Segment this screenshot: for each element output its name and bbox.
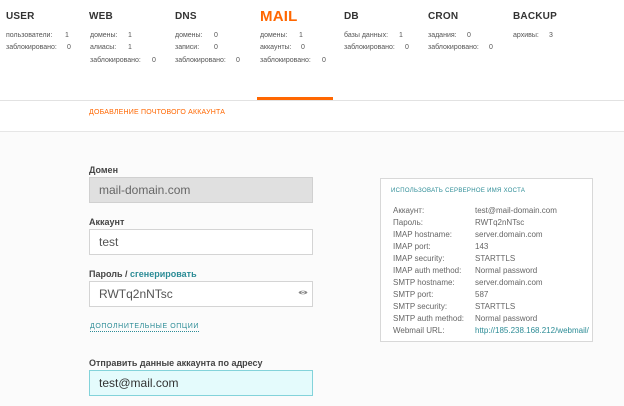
nav-stat-label: домены: [260, 32, 288, 39]
nav-stat-value: 0 [301, 44, 305, 51]
domain-field: mail-domain.com [89, 177, 313, 203]
page-title: ДОБАВЛЕНИЕ ПОЧТОВОГО АККАУНТА [89, 109, 226, 116]
info-key: Аккаунт: [393, 206, 425, 215]
nav-stat-label: базы данных: [344, 32, 389, 39]
generate-password-link[interactable]: сгенерировать [130, 269, 197, 279]
top-navigation: USER пользователи: 1 заблокировано: 0 WE… [0, 0, 624, 101]
send-credentials-label: Отправить данные аккаунта по адресу [89, 358, 263, 368]
eye-icon[interactable] [298, 289, 308, 296]
webmail-url-link[interactable]: http://185.238.168.212/webmail/ [475, 326, 589, 335]
send-credentials-field[interactable]: test@mail.com [89, 370, 313, 396]
nav-stat-label: домены: [90, 32, 118, 39]
nav-backup[interactable]: BACKUP архивы: 3 [512, 0, 602, 100]
nav-stat-label: заблокировано: [260, 57, 311, 64]
nav-stat-value: 1 [299, 32, 303, 39]
nav-stat-value: 0 [67, 44, 71, 51]
nav-stat-label: пользователи: [6, 32, 53, 39]
account-label: Аккаунт [89, 217, 125, 227]
info-key: IMAP port: [393, 242, 431, 251]
nav-stat-label: записи: [175, 44, 200, 51]
nav-title-mail[interactable]: MAIL [260, 8, 297, 25]
nav-db[interactable]: DB базы данных: 1 заблокировано: 0 [342, 0, 422, 100]
info-value: RWTq2nNTsc [475, 218, 525, 227]
nav-stat-label: задания: [428, 32, 457, 39]
account-field[interactable]: test [89, 229, 313, 255]
nav-stat-value: 1 [65, 32, 69, 39]
nav-title-cron[interactable]: CRON [428, 11, 458, 22]
info-key: Пароль: [393, 218, 423, 227]
nav-stat-value: 0 [322, 57, 326, 64]
info-value: 587 [475, 290, 489, 299]
info-key: SMTP auth method: [393, 314, 464, 323]
advanced-options-link[interactable]: ДОПОЛНИТЕЛЬНЫЕ ОПЦИИ [90, 323, 199, 332]
nav-stat-value: 0 [467, 32, 471, 39]
nav-stat-value: 1 [128, 32, 132, 39]
nav-stat-value: 1 [128, 44, 132, 51]
nav-cron[interactable]: CRON задания: 0 заблокировано: 0 [427, 0, 507, 100]
info-key: IMAP auth method: [393, 266, 462, 275]
info-value: test@mail-domain.com [475, 206, 557, 215]
nav-title-backup[interactable]: BACKUP [513, 11, 557, 22]
nav-stat-value: 3 [549, 32, 553, 39]
nav-stat-value: 0 [405, 44, 409, 51]
info-value: server.domain.com [475, 230, 543, 239]
nav-stat-label: заблокировано: [428, 44, 479, 51]
page-header [0, 101, 624, 132]
password-separator: / [122, 269, 131, 279]
info-key: SMTP hostname: [393, 278, 455, 287]
nav-stat-label: заблокировано: [344, 44, 395, 51]
nav-stat-value: 0 [236, 57, 240, 64]
nav-title-user[interactable]: USER [6, 11, 35, 22]
info-value: server.domain.com [475, 278, 543, 287]
nav-user[interactable]: USER пользователи: 1 заблокировано: 0 [0, 0, 80, 100]
nav-stat-value: 0 [152, 57, 156, 64]
nav-stat-value: 1 [399, 32, 403, 39]
password-label-row: Пароль / сгенерировать [89, 269, 197, 279]
info-value: Normal password [475, 314, 538, 323]
nav-title-web[interactable]: WEB [89, 11, 113, 22]
nav-title-dns[interactable]: DNS [175, 11, 197, 22]
password-field[interactable]: RWTq2nNTsc [89, 281, 313, 307]
info-value: STARTTLS [475, 302, 516, 311]
nav-stat-label: архивы: [513, 32, 539, 39]
nav-stat-label: заблокировано: [175, 57, 226, 64]
active-tab-indicator [257, 97, 333, 100]
info-value: 143 [475, 242, 489, 251]
nav-title-db[interactable]: DB [344, 11, 359, 22]
nav-stat-value: 0 [214, 32, 218, 39]
info-value: Normal password [475, 266, 538, 275]
nav-stat-label: аккаунты: [260, 44, 292, 51]
domain-label: Домен [89, 165, 118, 175]
info-key: SMTP port: [393, 290, 434, 299]
info-key: SMTP security: [393, 302, 448, 311]
nav-stat-value: 0 [489, 44, 493, 51]
info-key: IMAP hostname: [393, 230, 452, 239]
nav-stat-value: 0 [214, 44, 218, 51]
nav-web[interactable]: WEB домены: 1 алиасы: 1 заблокировано: 0 [86, 0, 166, 100]
nav-stat-label: заблокировано: [6, 44, 57, 51]
nav-dns[interactable]: DNS домены: 0 записи: 0 заблокировано: 0 [172, 0, 252, 100]
use-server-hostname-link[interactable]: ИСПОЛЬЗОВАТЬ СЕРВЕРНОЕ ИМЯ ХОСТА [391, 188, 525, 194]
info-key: IMAP security: [393, 254, 445, 263]
nav-stat-label: домены: [175, 32, 203, 39]
nav-mail[interactable]: MAIL домены: 1 аккаунты: 0 заблокировано… [257, 0, 337, 100]
info-key: Webmail URL: [393, 326, 445, 335]
nav-stat-label: алиасы: [90, 44, 117, 51]
nav-stat-label: заблокировано: [90, 57, 141, 64]
info-value: STARTTLS [475, 254, 516, 263]
password-label: Пароль [89, 269, 123, 279]
